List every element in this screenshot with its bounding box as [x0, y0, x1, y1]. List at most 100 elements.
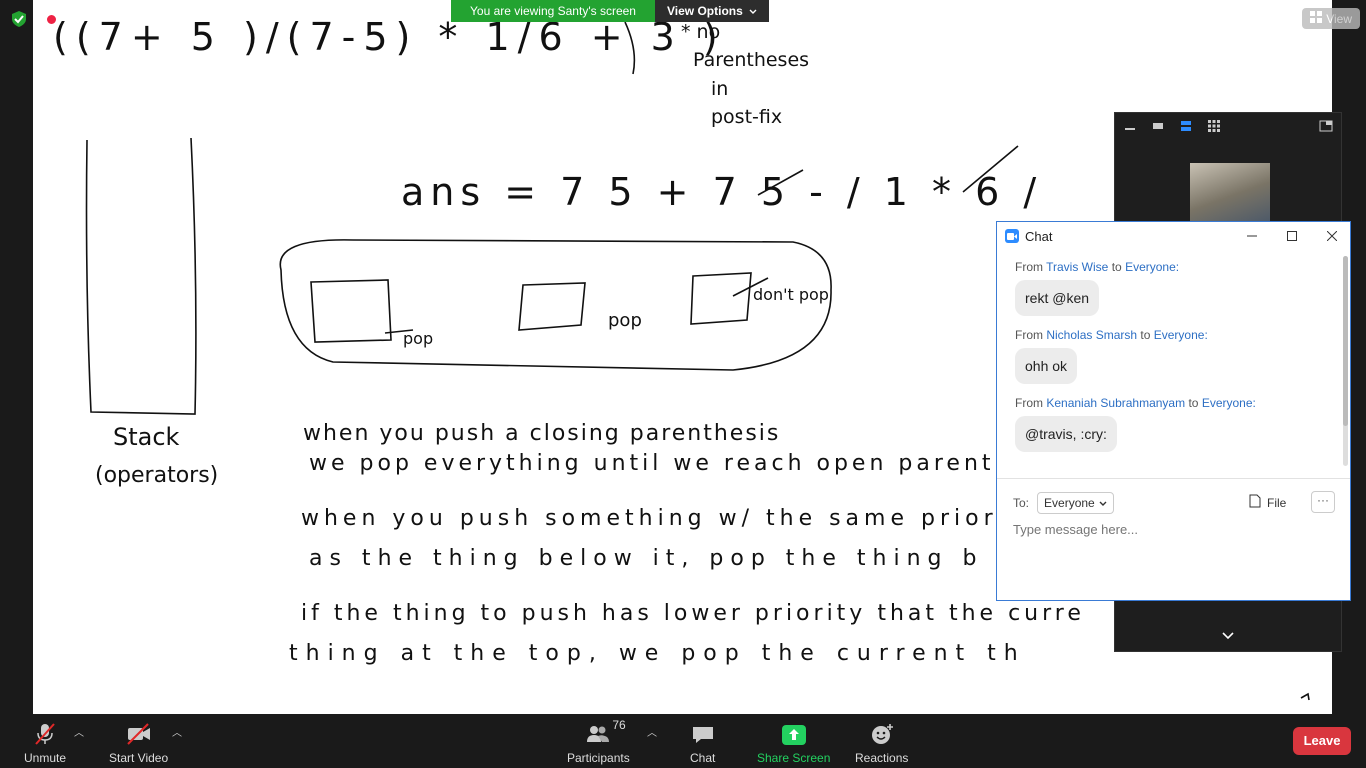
more-options-button[interactable]: ··· [1311, 491, 1335, 513]
pop-label-1: pop [403, 329, 433, 348]
to-label: To: [1013, 496, 1030, 510]
rule-2-line-1: when you push something w/ the same prio… [301, 506, 1040, 531]
chevron-down-icon [1099, 496, 1107, 510]
message-header: From Kenaniah Subrahmanyam to Everyone: [1015, 396, 1324, 410]
participant-video-thumbnail [1190, 163, 1270, 221]
stack-sublabel: (operators) [95, 463, 218, 488]
chat-message-input[interactable] [1013, 522, 1333, 537]
chat-window: Chat From Travis Wise to Everyone: rekt … [996, 221, 1351, 601]
recipient-name[interactable]: Everyone: [1154, 328, 1208, 342]
viewing-banner: You are viewing Santy's screen View Opti… [451, 0, 769, 22]
file-label: File [1267, 495, 1287, 510]
chat-message: From Travis Wise to Everyone: rekt @ken [1015, 260, 1324, 328]
box-2 [518, 282, 586, 331]
message-bubble: rekt @ken [1015, 280, 1100, 316]
chat-label: Chat [690, 751, 716, 765]
chat-button[interactable]: Chat [690, 722, 715, 765]
muted-microphone-icon [33, 722, 57, 746]
pop-label-3: don't pop [753, 285, 829, 304]
box-1 [310, 279, 392, 343]
sender-name[interactable]: Kenaniah Subrahmanyam [1046, 396, 1185, 410]
zoom-icon [1005, 229, 1019, 243]
participants-icon: 76 [584, 718, 626, 746]
view-options-label: View Options [667, 4, 743, 18]
video-options-caret[interactable]: ︿ [172, 724, 182, 739]
side-note-3: in [711, 78, 728, 100]
recipient-select[interactable]: Everyone [1037, 492, 1114, 514]
side-note-4: post-fix [711, 106, 782, 128]
rule-1-line-2: we pop everything until we reach open pa… [309, 451, 1006, 476]
answer-text: ans = 7 5 + 7 5 - / 1 * 6 / [401, 170, 1042, 214]
rule-3-line-2: thing at the top, we pop the current th [289, 641, 1026, 666]
recipient-name[interactable]: Everyone: [1125, 260, 1179, 274]
from-prefix: From [1015, 396, 1043, 410]
from-prefix: From [1015, 328, 1043, 342]
unmute-label: Unmute [24, 751, 67, 765]
side-note-1: * no [681, 21, 720, 43]
file-button[interactable]: File [1249, 494, 1286, 511]
rule-2-line-2: as the thing below it, pop the thing b [309, 546, 983, 571]
chat-divider [997, 478, 1350, 479]
chat-title: Chat [1025, 228, 1053, 244]
sender-name[interactable]: Nicholas Smarsh [1046, 328, 1137, 342]
message-bubble: ohh ok [1015, 348, 1078, 384]
sender-name[interactable]: Travis Wise [1046, 260, 1108, 274]
start-video-label: Start Video [109, 751, 169, 765]
start-video-button[interactable]: Start Video [109, 722, 168, 765]
message-header: From Nicholas Smarsh to Everyone: [1015, 328, 1324, 342]
to-word: to [1188, 396, 1199, 410]
recording-indicator [46, 14, 57, 25]
video-off-icon [126, 722, 152, 746]
to-word: to [1111, 260, 1122, 274]
hide-video-icon[interactable] [1151, 120, 1165, 132]
share-screen-button[interactable]: Share Screen [757, 722, 830, 765]
chat-recipient-row: To: Everyone [1013, 492, 1114, 514]
speaker-view-icon[interactable] [1179, 120, 1193, 132]
participants-count: 76 [612, 718, 626, 732]
pop-label-2: pop [608, 310, 642, 331]
participants-options-caret[interactable]: ︿ [647, 724, 657, 739]
chat-scrollbar[interactable] [1343, 256, 1348, 466]
reactions-label: Reactions [855, 751, 909, 765]
from-prefix: From [1015, 260, 1043, 274]
minimize-icon[interactable] [1242, 226, 1262, 246]
unmute-button[interactable]: Unmute [24, 722, 66, 765]
file-icon [1249, 494, 1261, 511]
rule-3-line-1: if the thing to push has lower priority … [301, 601, 1085, 626]
view-layout-button[interactable]: View [1302, 8, 1360, 29]
audio-options-caret[interactable]: ︿ [74, 724, 84, 739]
recipient-name[interactable]: Everyone: [1202, 396, 1256, 410]
chevron-down-icon[interactable] [1222, 627, 1234, 645]
close-icon[interactable] [1322, 226, 1342, 246]
side-note-2: Parentheses [693, 49, 809, 71]
message-bubble: @travis, :cry: [1015, 416, 1117, 452]
rule-1-line-1: when you push a closing parenthesis [303, 421, 780, 446]
maximize-icon[interactable] [1282, 226, 1302, 246]
stack-outline [85, 137, 197, 415]
box-3 [690, 272, 752, 325]
viewing-status: You are viewing Santy's screen [451, 0, 655, 22]
shield-icon[interactable] [10, 10, 28, 28]
video-panel-toolbar [1115, 113, 1341, 139]
leave-button[interactable]: Leave [1293, 727, 1351, 755]
pop-out-icon[interactable] [1319, 120, 1333, 132]
view-options-button[interactable]: View Options [655, 0, 769, 22]
chat-titlebar: Chat [997, 222, 1350, 250]
stack-label: Stack [113, 423, 180, 451]
participants-label: Participants [567, 751, 630, 765]
view-button-label: View [1326, 11, 1352, 26]
share-screen-icon [781, 722, 807, 746]
chat-bubble-icon [691, 722, 715, 746]
grid-icon [1310, 11, 1323, 26]
reactions-button[interactable]: Reactions [855, 722, 908, 765]
chevron-down-icon [749, 0, 757, 22]
reactions-icon [869, 722, 895, 746]
chat-message: From Kenaniah Subrahmanyam to Everyone: … [1015, 396, 1324, 464]
to-word: to [1140, 328, 1151, 342]
participants-button[interactable]: 76 Participants [567, 718, 630, 765]
chat-messages: From Travis Wise to Everyone: rekt @ken … [997, 250, 1342, 472]
minimize-video-icon[interactable] [1123, 120, 1137, 132]
message-header: From Travis Wise to Everyone: [1015, 260, 1324, 274]
gallery-view-icon[interactable] [1207, 120, 1221, 132]
chat-message: From Nicholas Smarsh to Everyone: ohh ok [1015, 328, 1324, 396]
